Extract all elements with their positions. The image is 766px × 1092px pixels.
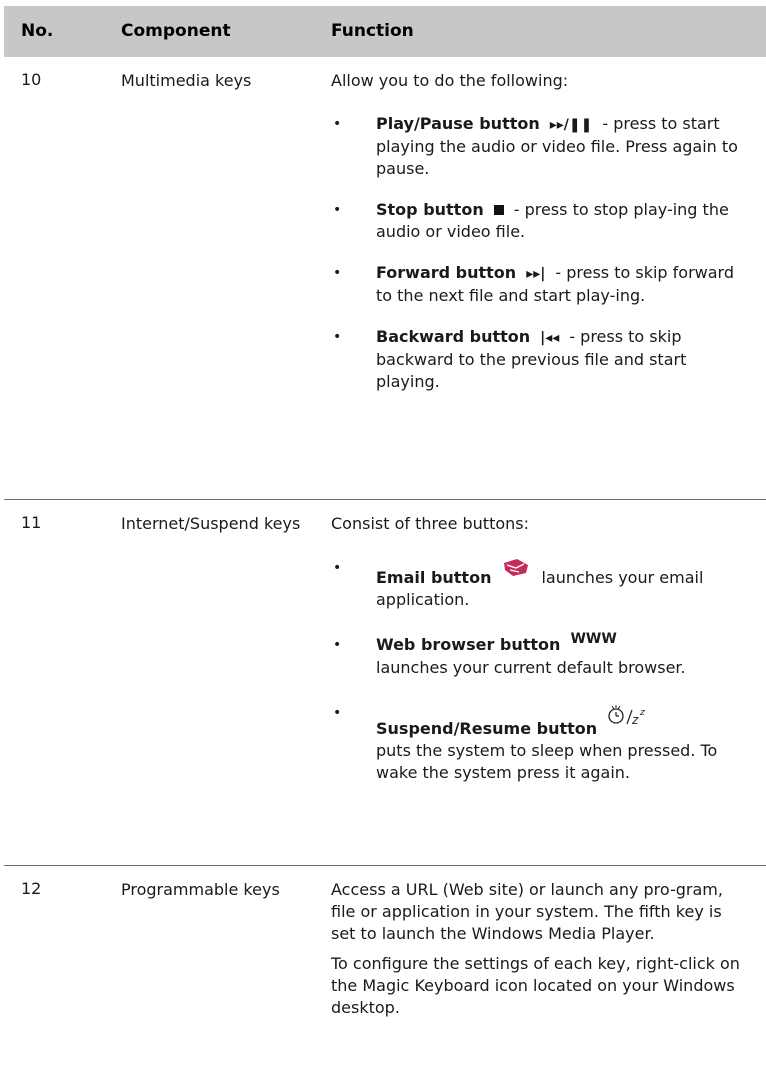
- svg-text:z: z: [639, 708, 645, 718]
- table-header: No. Component Function: [4, 6, 766, 57]
- header-function: Function: [331, 21, 414, 41]
- item-name: Play/Pause button: [376, 114, 540, 133]
- list-item: • Play/Pause button ▸▸/❚❚ - press to start…: [333, 114, 738, 178]
- list-item: • Suspend/Resume button z z puts the system…: [331, 702, 751, 784]
- item-name: Email button: [376, 568, 492, 587]
- header-no: No.: [21, 21, 54, 41]
- function-paragraph: To configure the settings of each key, r…: [331, 954, 740, 1017]
- row-number: 10: [21, 70, 42, 89]
- component-table: No. Component Function 10 Multimedia key…: [4, 6, 766, 1092]
- table-row: 10 Multimedia keys Allow you to do the f…: [4, 57, 766, 499]
- svg-text:z: z: [631, 713, 639, 727]
- item-text: launches your current default browser.: [376, 658, 686, 677]
- list-item: • Backward button |◂◂ - press to skip back…: [333, 327, 687, 391]
- item-name: Stop button: [376, 200, 484, 219]
- item-name: Suspend/Resume button: [376, 719, 598, 738]
- play-pause-icon: ▸▸/❚❚: [549, 117, 593, 133]
- function-cell: Access a URL (Web site) or launch any pr…: [331, 866, 751, 1019]
- function-paragraph: Access a URL (Web site) or launch any pr…: [331, 880, 723, 943]
- item-name: Web browser button: [376, 635, 561, 654]
- item-text: puts the system to sleep when pressed. T…: [376, 741, 718, 782]
- row-number: 12: [21, 879, 42, 898]
- header-component: Component: [121, 21, 231, 41]
- list-item: • Forward button ▸▸| - press to skip forwa…: [333, 263, 734, 305]
- email-icon: [501, 557, 531, 589]
- row-number: 11: [21, 513, 42, 532]
- suspend-resume-icon: zz: [607, 702, 647, 740]
- function-cell: Allow you to do the following: • Play/Pa…: [331, 57, 751, 393]
- function-intro: Allow you to do the following:: [331, 71, 569, 90]
- function-intro: Consist of three buttons:: [331, 514, 529, 533]
- www-icon: WWW: [570, 631, 617, 647]
- list-item: • Web browser button WWW launches your cur…: [333, 631, 686, 677]
- item-name: Forward button: [376, 263, 517, 282]
- list-item: • Stop button - press to stop play-ing th…: [333, 199, 729, 241]
- table-row: 12 Programmable keys Access a URL (Web s…: [4, 866, 766, 1092]
- table-row: 11 Internet/Suspend keys Consist of thre…: [4, 500, 766, 865]
- component-name: Internet/Suspend keys: [121, 514, 301, 533]
- stop-icon: [493, 199, 504, 221]
- function-cell: Consist of three buttons: • Email button…: [331, 500, 751, 784]
- skip-forward-icon: ▸▸|: [526, 266, 546, 282]
- component-name: Programmable keys: [121, 880, 280, 899]
- skip-backward-icon: |◂◂: [540, 330, 560, 346]
- list-item: • Email button launches your email applic…: [331, 557, 751, 611]
- component-name: Multimedia keys: [121, 71, 252, 90]
- item-name: Backward button: [376, 327, 531, 346]
